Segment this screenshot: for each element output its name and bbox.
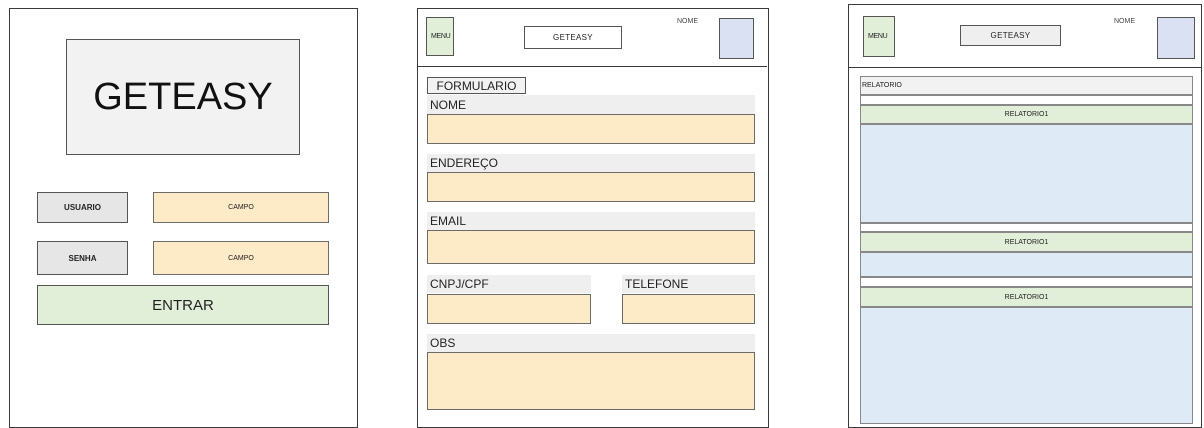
report-spacer: [860, 277, 1193, 287]
app-logo: GETEASY: [66, 39, 300, 155]
input-obs[interactable]: [427, 352, 755, 410]
username-label: USUARIO: [37, 192, 128, 223]
report-spacer: [860, 95, 1193, 105]
report-panel: [860, 252, 1193, 277]
avatar[interactable]: [719, 18, 754, 59]
field-label-cnpj: CNPJ/CPF: [427, 275, 591, 293]
report-panel: [860, 124, 1193, 223]
report-header[interactable]: RELATORIO1: [860, 105, 1193, 124]
field-label-email: EMAIL: [427, 212, 755, 230]
input-telefone[interactable]: [622, 294, 755, 324]
report-header[interactable]: RELATORIO1: [860, 287, 1193, 307]
field-label-telefone: TELEFONE: [622, 275, 755, 293]
report-header[interactable]: RELATORIO1: [860, 232, 1193, 252]
header-divider: [418, 66, 767, 67]
header-divider: [849, 67, 1201, 68]
user-name: NOME: [677, 18, 698, 25]
login-screen: GETEASY USUARIO CAMPO SENHA CAMPO ENTRAR: [9, 8, 358, 428]
report-section-title: RELATORIO: [860, 76, 1193, 95]
username-field[interactable]: CAMPO: [153, 192, 329, 223]
input-nome[interactable]: [427, 114, 755, 144]
report-panel: [860, 307, 1193, 424]
password-field[interactable]: CAMPO: [153, 241, 329, 275]
app-title: GETEASY: [960, 25, 1061, 46]
input-email[interactable]: [427, 230, 755, 264]
report-screen: MENU GETEASY NOME RELATORIO RELATORIO1 R…: [848, 4, 1202, 428]
input-endereco[interactable]: [427, 172, 755, 202]
avatar[interactable]: [1157, 17, 1195, 59]
menu-button[interactable]: MENU: [863, 16, 895, 57]
form-section-title: FORMULARIO: [427, 77, 526, 94]
password-label: SENHA: [37, 241, 128, 275]
user-name: NOME: [1114, 18, 1135, 25]
report-spacer: [860, 223, 1193, 232]
input-cnpj[interactable]: [427, 294, 591, 324]
field-label-endereco: ENDEREÇO: [427, 154, 755, 172]
logo-text: GETEASY: [93, 75, 273, 118]
form-screen: MENU GETEASY NOME FORMULARIO NOME ENDERE…: [417, 8, 769, 428]
login-button[interactable]: ENTRAR: [37, 285, 329, 325]
field-label-obs: OBS: [427, 334, 755, 352]
field-label-nome: NOME: [427, 95, 755, 114]
app-title: GETEASY: [524, 26, 622, 49]
menu-button[interactable]: MENU: [426, 17, 454, 56]
